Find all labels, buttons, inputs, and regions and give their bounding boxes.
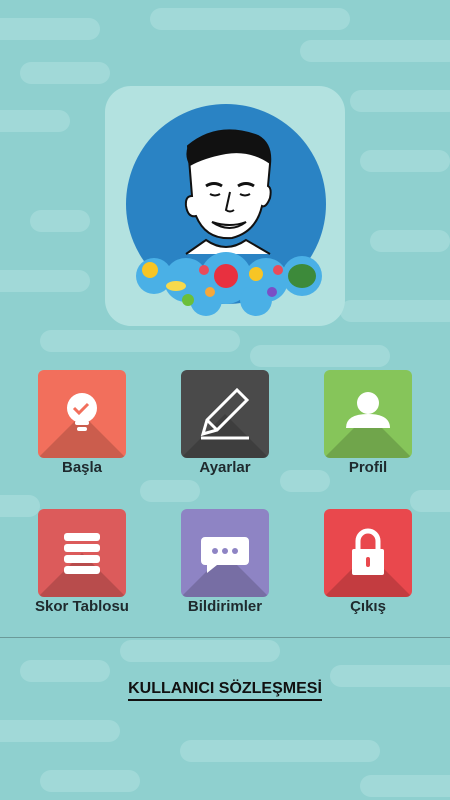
user-agreement-container: KULLANICI SÖZLEŞMESİ	[0, 680, 450, 701]
settings-label: Ayarlar	[199, 459, 251, 476]
chat-bubble-icon	[201, 537, 249, 573]
exit-button[interactable]	[324, 509, 412, 597]
lock-icon	[352, 528, 384, 575]
notifications-button[interactable]	[181, 509, 269, 597]
start-label: Başla	[61, 459, 103, 476]
divider	[0, 637, 450, 638]
user-agreement-link[interactable]: KULLANICI SÖZLEŞMESİ	[128, 680, 322, 701]
scoreboard-button[interactable]	[38, 509, 126, 597]
list-icon	[64, 533, 100, 574]
start-button[interactable]	[38, 370, 126, 458]
notifications-label: Bildirimler	[187, 598, 263, 615]
lightbulb-icon	[67, 393, 97, 431]
pencil-icon	[200, 387, 250, 440]
exit-label: Çıkış	[350, 598, 386, 615]
scoreboard-label: Skor Tablosu	[35, 598, 129, 615]
settings-button[interactable]	[181, 370, 269, 458]
fruit-cloud-illustration	[136, 252, 322, 316]
user-icon	[346, 392, 390, 428]
app-logo	[136, 129, 322, 316]
profile-label: Profil	[348, 459, 388, 476]
profile-button[interactable]	[324, 370, 412, 458]
